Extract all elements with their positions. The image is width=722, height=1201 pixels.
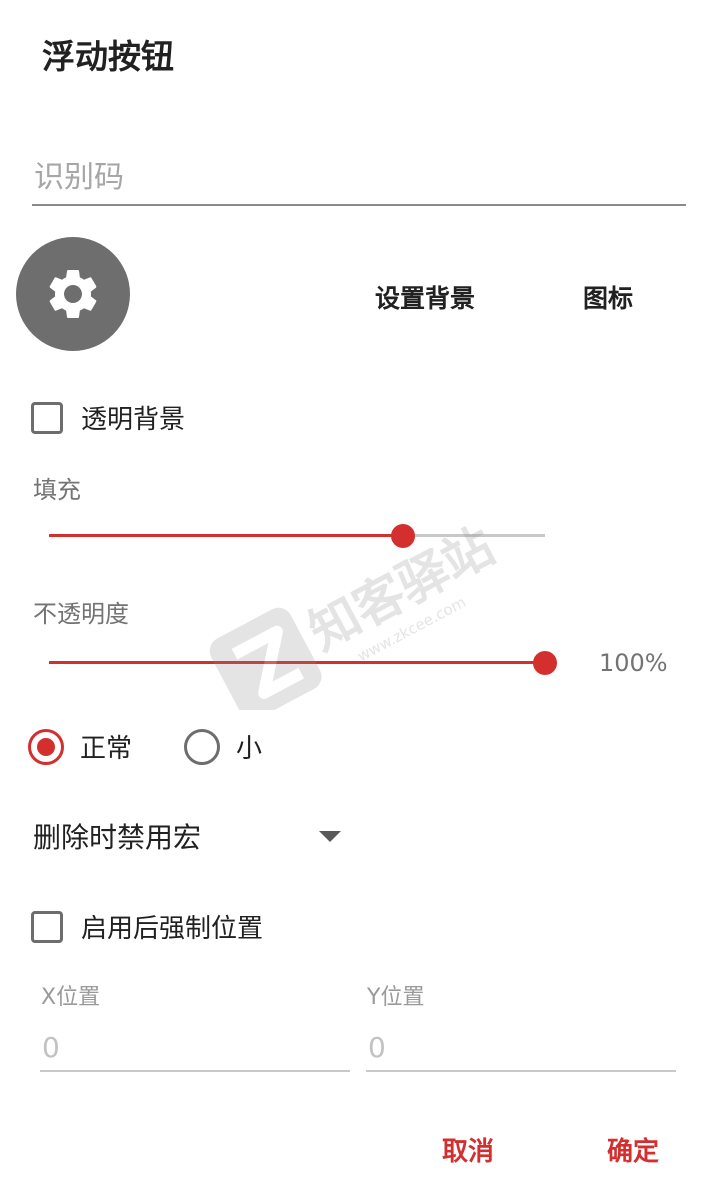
x-position-input[interactable] bbox=[40, 1024, 350, 1072]
transparent-background-label: 透明背景 bbox=[81, 405, 186, 435]
cancel-button[interactable]: 取消 bbox=[442, 1131, 494, 1168]
opacity-label: 不透明度 bbox=[33, 600, 129, 628]
transparent-background-option[interactable]: 透明背景 bbox=[31, 399, 185, 436]
radio-small-label: 小 bbox=[236, 734, 263, 764]
disable-macro-dropdown[interactable]: 删除时禁用宏 bbox=[33, 816, 342, 856]
y-position-input[interactable] bbox=[366, 1024, 676, 1072]
disable-macro-selected: 删除时禁用宏 bbox=[33, 821, 202, 854]
transparent-background-checkbox[interactable] bbox=[31, 401, 63, 434]
force-position-label: 启用后强制位置 bbox=[81, 914, 264, 944]
gear-icon bbox=[49, 270, 97, 318]
dialog-title: 浮动按钮 bbox=[42, 37, 174, 76]
ok-button[interactable]: 确定 bbox=[607, 1131, 659, 1168]
set-background-button[interactable]: 设置背景 bbox=[375, 279, 475, 315]
radio-small[interactable] bbox=[184, 728, 220, 765]
size-option-normal[interactable]: 正常 bbox=[28, 728, 132, 765]
dropdown-caret-icon bbox=[319, 830, 342, 842]
size-option-small[interactable]: 小 bbox=[184, 728, 262, 765]
fill-slider-thumb[interactable] bbox=[391, 524, 415, 548]
watermark: 知客驿站 www.zkcee.com bbox=[186, 470, 516, 720]
identifier-input[interactable] bbox=[32, 150, 686, 206]
force-position-option[interactable]: 启用后强制位置 bbox=[31, 908, 263, 945]
fill-slider-fill bbox=[49, 534, 403, 537]
opacity-slider-fill bbox=[49, 661, 545, 664]
choose-icon-button[interactable]: 图标 bbox=[583, 279, 633, 315]
fill-slider[interactable] bbox=[49, 522, 545, 550]
y-position-label: Y位置 bbox=[367, 985, 425, 1010]
fill-label: 填充 bbox=[33, 476, 81, 504]
radio-normal-label: 正常 bbox=[80, 734, 133, 764]
opacity-slider[interactable] bbox=[49, 649, 557, 677]
opacity-value: 100% bbox=[599, 649, 668, 677]
fab-preview-button[interactable] bbox=[16, 237, 130, 351]
radio-selected-dot bbox=[37, 737, 55, 756]
force-position-checkbox[interactable] bbox=[31, 910, 63, 943]
x-position-label: X位置 bbox=[41, 985, 101, 1010]
radio-normal[interactable] bbox=[28, 728, 64, 765]
opacity-slider-thumb[interactable] bbox=[533, 651, 557, 675]
